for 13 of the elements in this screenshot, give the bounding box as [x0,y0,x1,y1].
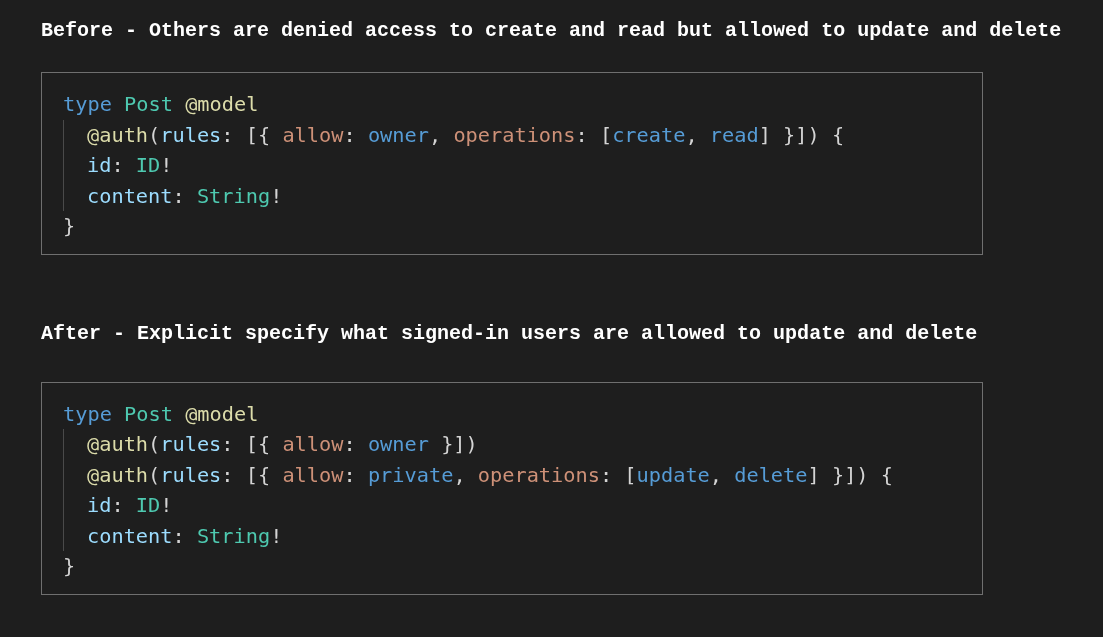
code-line: content: String! [87,522,283,550]
section-heading: After - Explicit specify what signed-in users are allowed to update and delete [41,322,978,345]
section-heading: Before - Others are denied access to create and read but allowed to update and delete [41,20,1062,42]
code-line: } [63,213,76,240]
code-line: id: ID! [87,492,173,519]
code-line: } [63,553,76,580]
code-line: type Post @model [63,400,259,428]
code-line: @auth(rules: [{ allow: owner, operations: [create, read] }]) { [87,121,845,149]
code-line: content: String! [87,182,283,210]
code-line: @auth(rules: [{ allow: private, operations: [update, delete] }]) { [87,461,893,489]
code-line: id: ID! [87,152,173,179]
code-line: @auth(rules: [{ allow: owner }]) [87,431,478,458]
code-line: type Post @model [63,91,259,118]
